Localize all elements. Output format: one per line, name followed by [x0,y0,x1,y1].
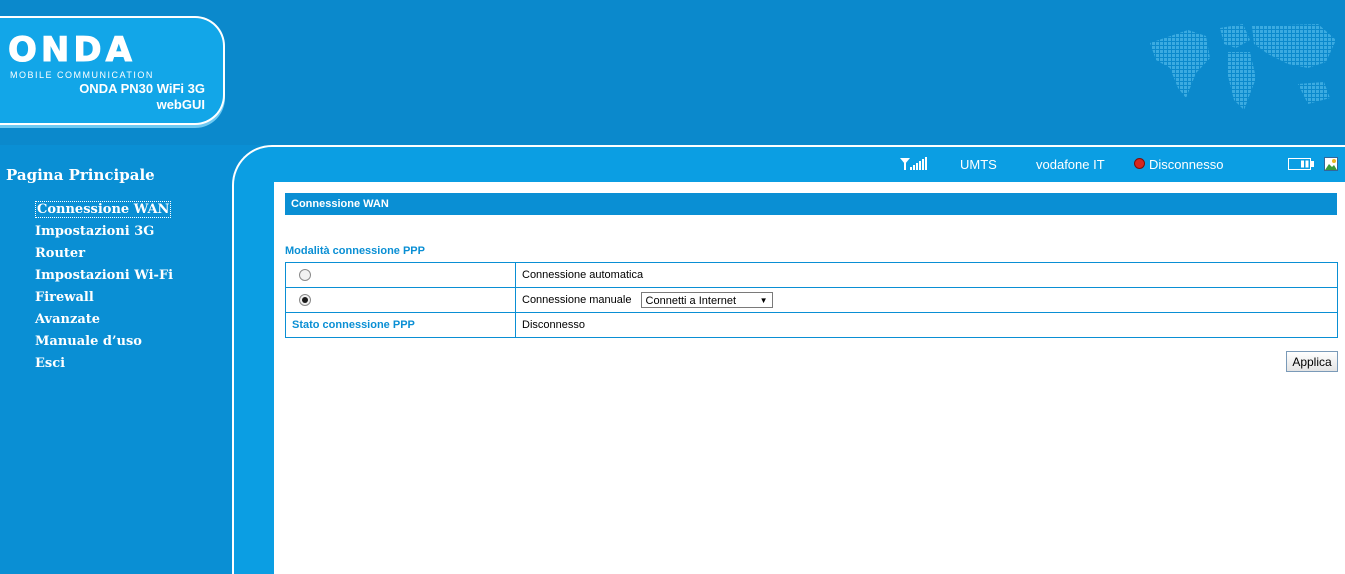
battery-icon [1288,158,1314,170]
content-frame: UMTS vodafone IT Disconnesso Connessione… [232,145,1345,574]
sidebar-item-label: Manuale d’uso [35,334,142,349]
table-cell: Connessione manuale Connetti a Internet ▼ [515,287,1338,313]
manual-connection-label: Connessione manuale [522,293,632,306]
apply-button[interactable]: Applica [1286,351,1338,372]
sidebar-item-router[interactable]: Router [35,245,173,267]
sidebar-title[interactable]: Pagina Principale [6,166,155,184]
table-row: Connessione manuale Connetti a Internet ▼ [285,287,1338,313]
sidebar: Pagina Principale Connessione WAN Impost… [0,145,232,572]
signal-strength-icon [900,157,927,170]
disconnected-dot-icon [1134,158,1145,169]
main-content: Connessione WAN Modalità connessione PPP… [274,182,1345,574]
operator-name: vodafone IT [1036,157,1105,172]
table-cell [285,262,516,288]
sidebar-item-connessione-wan[interactable]: Connessione WAN [35,201,173,223]
logo-tagline: MOBILE COMMUNICATION [10,70,154,80]
sidebar-item-esci[interactable]: Esci [35,355,173,377]
device-name-line1: ONDA PN30 WiFi 3G [79,81,205,96]
sidebar-item-label: Esci [35,356,66,371]
device-name: ONDA PN30 WiFi 3G webGUI [5,81,205,113]
status-bar: UMTS vodafone IT Disconnesso [234,147,1345,181]
table-cell: Connessione automatica [515,262,1338,288]
onda-logo: ONDA [8,30,136,71]
manual-connection-radio[interactable] [299,294,311,307]
sidebar-item-impostazioni-3g[interactable]: Impostazioni 3G [35,223,173,245]
sidebar-item-label: Firewall [35,290,94,305]
sidebar-item-firewall[interactable]: Firewall [35,289,173,311]
auto-connection-label: Connessione automatica [522,269,644,281]
table-cell [285,287,516,313]
section-title: Connessione WAN [285,193,1337,215]
sidebar-item-label: Impostazioni Wi-Fi [35,268,174,283]
sidebar-item-avanzate[interactable]: Avanzate [35,311,173,333]
select-value: Connetti a Internet [645,295,737,307]
image-icon[interactable] [1324,157,1338,171]
ppp-state-label: Stato connessione PPP [285,312,516,338]
page-header: ONDA MOBILE COMMUNICATION ONDA PN30 WiFi… [0,0,1345,145]
connection-status-text: Disconnesso [1149,157,1224,172]
auto-connection-radio[interactable] [299,269,311,282]
table-row: Stato connessione PPP Disconnesso [285,312,1338,338]
connection-status: Disconnesso [1134,157,1223,172]
sidebar-nav: Connessione WAN Impostazioni 3G Router I… [35,201,173,377]
manual-connection-select[interactable]: Connetti a Internet ▼ [640,292,773,308]
sidebar-item-manuale-uso[interactable]: Manuale d’uso [35,333,173,355]
sidebar-item-impostazioni-wifi[interactable]: Impostazioni Wi-Fi [35,267,173,289]
sidebar-item-label: Router [35,246,86,261]
ppp-settings-table: Connessione automatica Connessione manua… [285,262,1338,338]
sidebar-item-label: Impostazioni 3G [35,224,155,239]
logo-panel: ONDA MOBILE COMMUNICATION ONDA PN30 WiFi… [0,16,225,125]
sidebar-item-label: Avanzate [35,312,101,327]
sidebar-item-label: Connessione WAN [35,201,172,218]
ppp-state-value: Disconnesso [515,312,1338,338]
table-row: Connessione automatica [285,262,1338,288]
world-map-icon [1150,24,1336,110]
network-type: UMTS [960,157,997,172]
chevron-down-icon: ▼ [759,296,768,305]
device-name-line2: webGUI [156,97,205,112]
ppp-mode-label: Modalità connessione PPP [285,245,425,257]
